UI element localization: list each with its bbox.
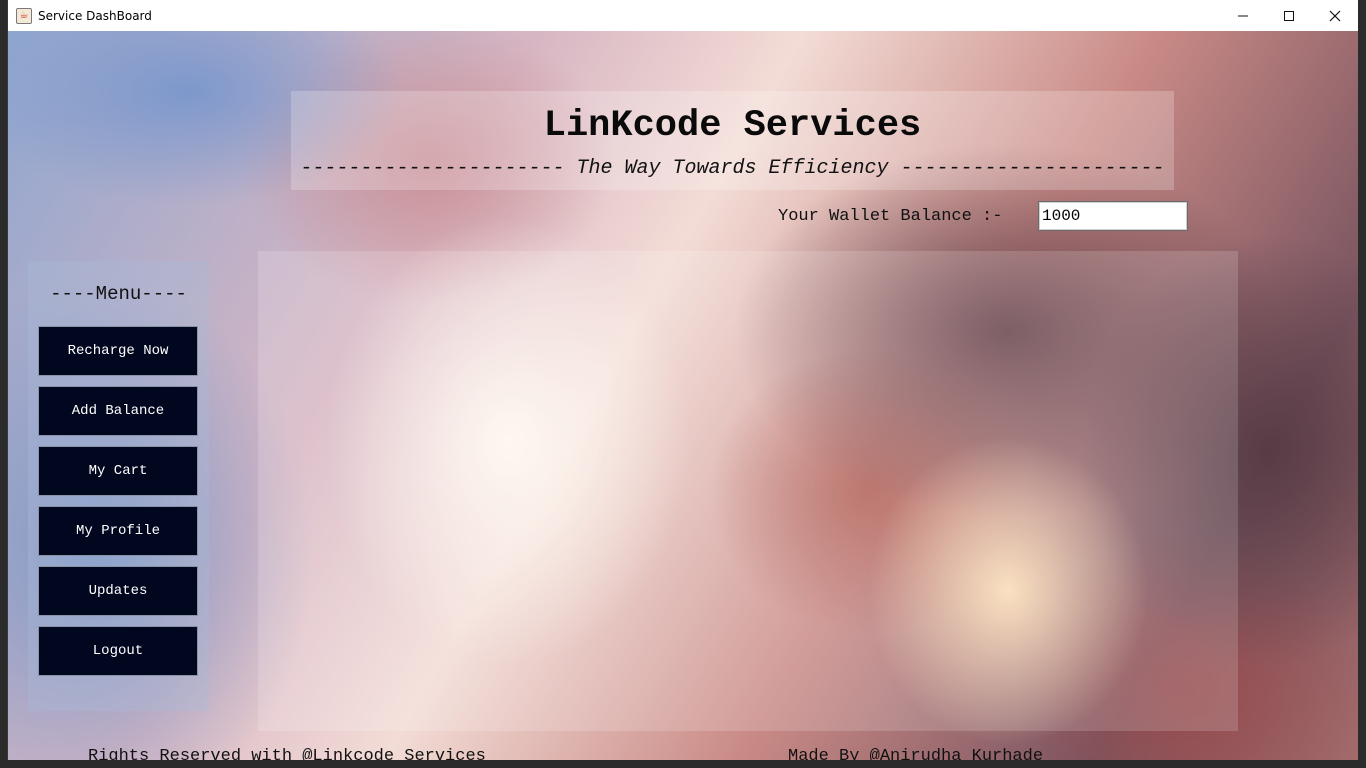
content-panel bbox=[258, 251, 1238, 731]
maximize-button[interactable] bbox=[1266, 0, 1312, 31]
wallet-balance-field[interactable] bbox=[1038, 201, 1188, 231]
java-cup-icon: ☕ bbox=[16, 7, 32, 24]
my-profile-button[interactable]: My Profile bbox=[38, 506, 198, 556]
dashboard-window: ☕ Service DashBoard LinKcode Services --… bbox=[8, 0, 1358, 760]
menu-title: ----Menu---- bbox=[50, 283, 187, 305]
window-title: Service DashBoard bbox=[38, 8, 152, 23]
footer-rights-text: Rights Reserved with @Linkcode Services bbox=[88, 747, 486, 760]
maximize-icon bbox=[1284, 10, 1294, 21]
footer-author-text: Made By @Anirudha Kurhade bbox=[788, 747, 1044, 760]
desktop-edge-bottom bbox=[0, 760, 1366, 768]
header-panel: LinKcode Services ----------------------… bbox=[291, 91, 1174, 190]
dashboard-background: LinKcode Services ----------------------… bbox=[8, 31, 1358, 760]
logout-button[interactable]: Logout bbox=[38, 626, 198, 676]
recharge-now-button[interactable]: Recharge Now bbox=[38, 326, 198, 376]
menu-panel: ----Menu---- Recharge Now Add Balance My… bbox=[28, 261, 209, 711]
minimize-button[interactable] bbox=[1220, 0, 1266, 31]
close-icon bbox=[1329, 10, 1341, 21]
my-cart-button[interactable]: My Cart bbox=[38, 446, 198, 496]
wallet-balance-label: Your Wallet Balance :- bbox=[778, 207, 1003, 226]
add-balance-button[interactable]: Add Balance bbox=[38, 386, 198, 436]
minimize-icon bbox=[1238, 15, 1248, 16]
updates-button[interactable]: Updates bbox=[38, 566, 198, 616]
desktop-edge-right bbox=[1358, 0, 1366, 768]
app-tagline: ---------------------- The Way Towards E… bbox=[300, 157, 1165, 180]
title-bar[interactable]: ☕ Service DashBoard bbox=[8, 0, 1358, 31]
app-title: LinKcode Services bbox=[543, 105, 922, 147]
close-button[interactable] bbox=[1312, 0, 1358, 31]
window-controls bbox=[1220, 0, 1358, 31]
desktop-edge-left bbox=[0, 0, 8, 768]
